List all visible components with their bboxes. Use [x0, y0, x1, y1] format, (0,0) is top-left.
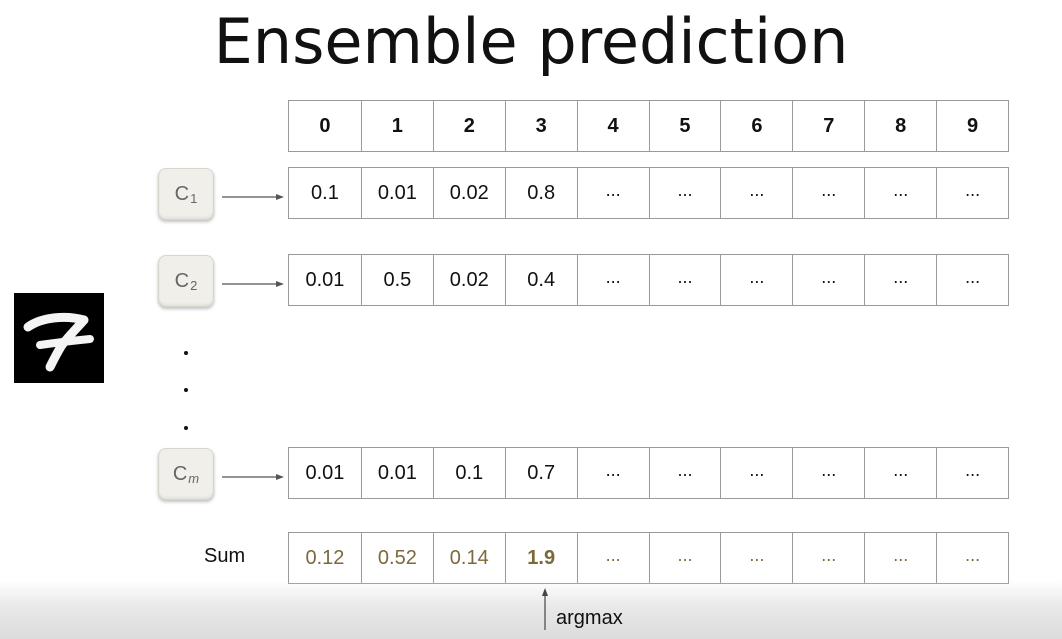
- arrow-right-icon: [222, 474, 284, 480]
- classifier-label: C: [174, 182, 190, 205]
- arrow-up-icon: [542, 588, 548, 630]
- probability-cell: 0.02: [433, 167, 506, 219]
- probability-cell: ...: [865, 447, 938, 499]
- classifier-cm-row: 0.01 0.01 0.1 0.7 ... ... ... ... ... ..…: [288, 447, 1010, 499]
- probability-cell: ...: [793, 447, 866, 499]
- probability-cell: 0.7: [505, 447, 578, 499]
- classifier-cm-button: Cm: [158, 448, 214, 500]
- probability-cell: ...: [937, 167, 1010, 219]
- ellipsis-dot: [184, 388, 188, 392]
- page-title: Ensemble prediction: [213, 5, 849, 78]
- sum-row: 0.12 0.52 0.14 1.9 ... ... ... ... ... .…: [288, 532, 1010, 584]
- class-header-row: 0 1 2 3 4 5 6 7 8 9: [288, 100, 1010, 152]
- ellipsis-dot: [184, 426, 188, 430]
- class-header-cell: 0: [289, 100, 362, 152]
- probability-cell: 0.5: [361, 254, 434, 306]
- classifier-subscript: m: [188, 470, 200, 486]
- sum-cell: ...: [577, 532, 650, 584]
- class-header-cell: 9: [937, 100, 1010, 152]
- classifier-c2-row: 0.01 0.5 0.02 0.4 ... ... ... ... ... ..…: [288, 254, 1010, 306]
- probability-cell: 0.01: [361, 447, 434, 499]
- probability-cell: 0.01: [289, 447, 362, 499]
- sum-cell: ...: [793, 532, 866, 584]
- probability-cell: 0.8: [505, 167, 578, 219]
- classifier-label: C: [174, 269, 190, 292]
- probability-cell: ...: [865, 167, 938, 219]
- argmax-label: argmax: [556, 607, 623, 629]
- probability-cell: ...: [793, 167, 866, 219]
- sum-cell: 0.14: [433, 532, 506, 584]
- arrow-right-icon: [222, 194, 284, 200]
- classifier-subscript: 2: [190, 277, 198, 293]
- probability-cell: ...: [937, 254, 1010, 306]
- class-header-cell: 5: [649, 100, 722, 152]
- probability-cell: ...: [865, 254, 938, 306]
- sum-cell: ...: [649, 532, 722, 584]
- probability-cell: 0.01: [289, 254, 362, 306]
- class-header-cell: 2: [433, 100, 506, 152]
- probability-cell: ...: [721, 167, 794, 219]
- probability-cell: ...: [793, 254, 866, 306]
- classifier-c1-row: 0.1 0.01 0.02 0.8 ... ... ... ... ... ..…: [288, 167, 1010, 219]
- probability-cell: ...: [577, 254, 650, 306]
- sum-cell: ...: [721, 532, 794, 584]
- input-digit-image: [14, 293, 104, 383]
- classifier-label: C: [172, 462, 188, 485]
- probability-cell: 0.1: [289, 167, 362, 219]
- probability-cell: ...: [649, 254, 722, 306]
- bottom-gradient: [0, 580, 1062, 639]
- probability-cell: ...: [721, 447, 794, 499]
- sum-cell: 0.52: [361, 532, 434, 584]
- probability-cell: 0.1: [433, 447, 506, 499]
- sum-label: Sum: [204, 545, 246, 567]
- arrow-right-icon: [222, 281, 284, 287]
- sum-cell: ...: [937, 532, 1010, 584]
- ellipsis-dot: [184, 351, 188, 355]
- sum-cell: ...: [865, 532, 938, 584]
- class-header-cell: 7: [793, 100, 866, 152]
- class-header-cell: 4: [577, 100, 650, 152]
- classifier-c2-button: C2: [158, 255, 214, 307]
- classifier-subscript: 1: [190, 190, 198, 206]
- probability-cell: ...: [721, 254, 794, 306]
- sum-cell-max: 1.9: [505, 532, 578, 584]
- classifier-c1-button: C1: [158, 168, 214, 220]
- probability-cell: ...: [937, 447, 1010, 499]
- class-header-cell: 6: [721, 100, 794, 152]
- class-header-cell: 1: [361, 100, 434, 152]
- class-header-cell: 8: [865, 100, 938, 152]
- probability-cell: ...: [649, 167, 722, 219]
- sum-cell: 0.12: [289, 532, 362, 584]
- probability-cell: 0.01: [361, 167, 434, 219]
- probability-cell: ...: [649, 447, 722, 499]
- probability-cell: 0.02: [433, 254, 506, 306]
- class-header-cell: 3: [505, 100, 578, 152]
- probability-cell: 0.4: [505, 254, 578, 306]
- probability-cell: ...: [577, 447, 650, 499]
- probability-cell: ...: [577, 167, 650, 219]
